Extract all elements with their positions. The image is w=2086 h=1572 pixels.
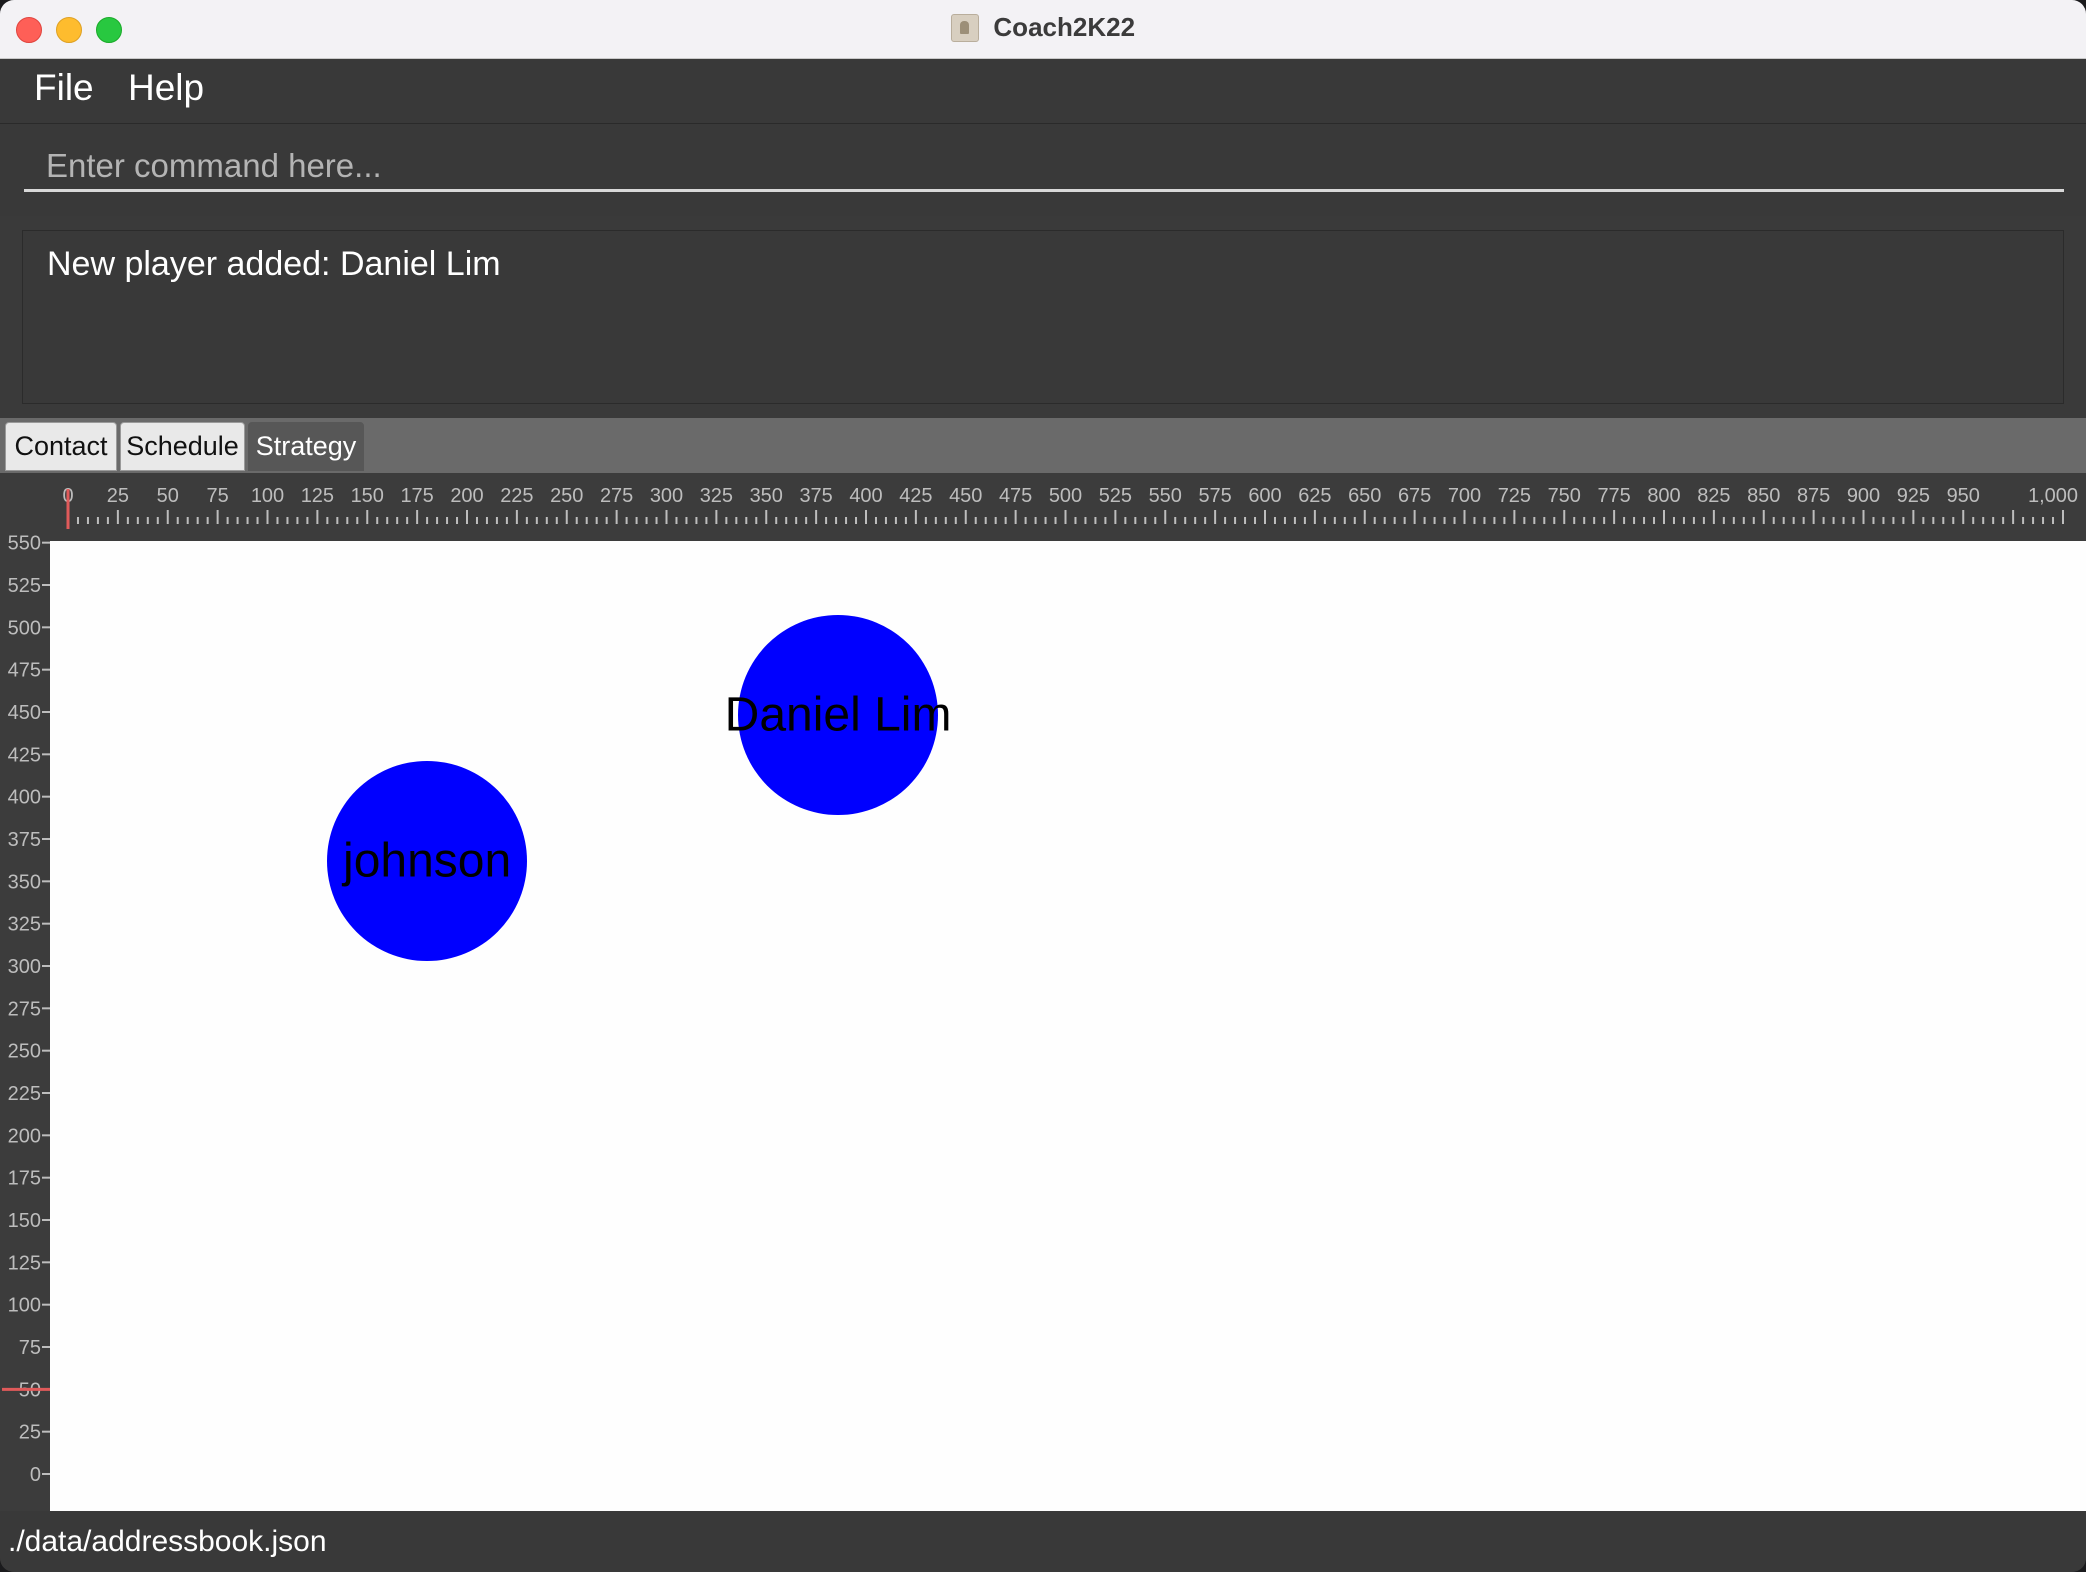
y-ruler-label: 125 (8, 1252, 41, 1274)
command-input[interactable] (24, 142, 2064, 192)
x-ruler-label: 125 (301, 485, 334, 507)
y-ruler-label: 175 (8, 1168, 41, 1190)
y-ruler-label: 500 (8, 617, 41, 639)
x-ruler-label: 725 (1498, 485, 1531, 507)
y-ruler-label: 450 (8, 702, 41, 724)
app-window: Coach2K22 File Help New player added: Da… (0, 0, 2086, 1572)
x-ruler-label: 550 (1149, 485, 1182, 507)
tab-schedule[interactable]: Schedule (120, 422, 245, 471)
x-ruler-label: 200 (450, 485, 483, 507)
y-ruler-label: 400 (8, 787, 41, 809)
app-icon (950, 13, 979, 42)
x-ruler-label: 800 (1647, 485, 1680, 507)
x-ruler-label: 850 (1747, 485, 1780, 507)
y-ruler-label: 475 (8, 660, 41, 682)
x-ruler-label: 675 (1398, 485, 1431, 507)
x-ruler-label: 175 (400, 485, 433, 507)
y-ruler-label: 75 (19, 1337, 41, 1359)
y-ruler-label: 150 (8, 1210, 41, 1232)
result-message: New player added: Daniel Lim (47, 245, 501, 283)
x-ruler-label: 25 (107, 485, 129, 507)
y-ruler-label: 425 (8, 744, 41, 766)
x-ruler-label: 425 (899, 485, 932, 507)
x-ruler-label: 375 (799, 485, 832, 507)
x-ruler-label: 250 (550, 485, 583, 507)
x-ruler-label: 325 (700, 485, 733, 507)
tab-contact[interactable]: Contact (5, 422, 117, 471)
menu-bar: File Help (0, 59, 2086, 124)
strategy-panel: 0 25 50 75 100 125 150 175 200 225 250 275 300 325 350… (0, 473, 2086, 1511)
x-ruler-label: 950 (1947, 485, 1980, 507)
x-ruler-label: 600 (1248, 485, 1281, 507)
x-ruler-label: 925 (1897, 485, 1930, 507)
menu-file[interactable]: File (34, 67, 94, 109)
window-title: Coach2K22 (993, 12, 1136, 42)
x-ruler-label: 700 (1448, 485, 1481, 507)
y-ruler-label: 525 (8, 575, 41, 597)
data-file-path: ./data/addressbook.json (8, 1525, 327, 1558)
strategy-court[interactable]: johnson Daniel Lim (50, 541, 2086, 1511)
x-ruler-label: 150 (351, 485, 384, 507)
x-ruler-label: 75 (207, 485, 229, 507)
command-box (0, 124, 2086, 216)
y-ruler-label: 375 (8, 829, 41, 851)
x-ruler-label: 825 (1697, 485, 1730, 507)
y-ruler-label: 325 (8, 914, 41, 936)
x-ruler-label: 450 (949, 485, 982, 507)
title-bar: Coach2K22 (0, 0, 2086, 59)
y-ruler-label: 275 (8, 998, 41, 1020)
tab-bar: Contact Schedule Strategy (0, 418, 2086, 473)
x-ruler-label: 275 (600, 485, 633, 507)
y-ruler-label: 200 (8, 1125, 41, 1147)
x-ruler-label: 1,000 (2028, 485, 2078, 507)
x-ruler-label: 650 (1348, 485, 1381, 507)
x-ruler-label: 400 (849, 485, 882, 507)
x-ruler-label: 50 (157, 485, 179, 507)
player-name-label: Daniel Lim (724, 688, 952, 742)
x-ruler-label: 500 (1049, 485, 1082, 507)
x-ruler-label: 100 (251, 485, 284, 507)
y-ruler-label: 250 (8, 1041, 41, 1063)
y-ruler-label: 100 (8, 1295, 41, 1317)
y-ruler-label: 550 (8, 533, 41, 555)
x-ruler-label: 750 (1548, 485, 1581, 507)
x-ruler-label: 775 (1597, 485, 1630, 507)
window-title-group: Coach2K22 (0, 12, 2086, 43)
y-ruler-label: 350 (8, 871, 41, 893)
x-ruler-label: 575 (1198, 485, 1231, 507)
x-ruler-label: 475 (999, 485, 1032, 507)
x-ruler-label: 875 (1797, 485, 1830, 507)
horizontal-ruler: 0255075100125150175200225250275300325350… (50, 485, 2086, 529)
y-ruler-label: 225 (8, 1083, 41, 1105)
result-display: New player added: Daniel Lim (22, 230, 2064, 404)
menu-help[interactable]: Help (128, 67, 204, 109)
x-ruler-label: 300 (650, 485, 683, 507)
x-ruler-label: 350 (750, 485, 783, 507)
y-ruler-label: 25 (19, 1422, 41, 1444)
vertical-ruler: 0255075100125150175200225250275300325350… (2, 533, 50, 1486)
player-name-label: johnson (343, 834, 512, 888)
x-ruler-label: 225 (500, 485, 533, 507)
status-bar: ./data/addressbook.json (0, 1511, 2086, 1572)
x-ruler-label: 625 (1298, 485, 1331, 507)
y-ruler-label: 0 (30, 1464, 41, 1486)
y-ruler-label: 300 (8, 956, 41, 978)
x-ruler-label: 900 (1847, 485, 1880, 507)
tab-strategy[interactable]: Strategy (248, 422, 364, 471)
x-ruler-label: 525 (1099, 485, 1132, 507)
